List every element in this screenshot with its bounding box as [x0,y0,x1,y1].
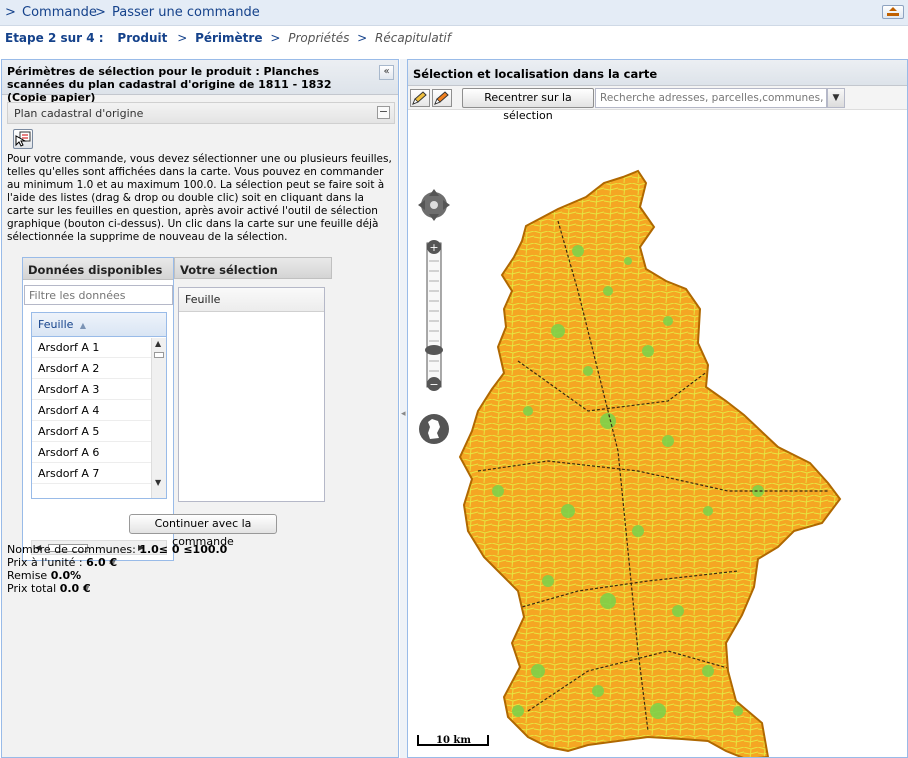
svg-text:+: + [429,241,438,254]
column-header-label: Feuille [38,318,74,331]
map-panel: Sélection et localisation dans la carte … [407,59,908,758]
discount: Remise 0.0% [7,569,227,582]
continue-button[interactable]: Continuer avec la commande [129,514,277,548]
max-extent-button[interactable] [419,414,449,444]
communes-label: Nombre de communes: [7,543,136,556]
pencil-orange-icon [434,91,449,105]
selection-grid[interactable]: Feuille [178,287,325,502]
section-title: Plan cadastral d'origine [14,107,144,120]
selection-title: Votre sélection [174,257,332,279]
communes-value: 1.0≤ 0 ≤100.0 [139,543,228,556]
vertical-scrollbar[interactable]: ▲ ▼ [151,338,166,498]
breadcrumb-separator: > [5,5,16,20]
breadcrumb-separator: > [95,5,106,20]
available-data-title: Données disponibles [23,258,173,280]
breadcrumb-passer-commande[interactable]: Passer une commande [112,5,260,20]
exit-icon [887,7,899,16]
luxembourg-cadastral-map[interactable]: + − [408,111,907,757]
map-panel-title: Sélection et localisation dans la carte [408,60,907,86]
unit-price-value: 6.0 € [86,556,118,569]
panel-splitter[interactable]: ◂ [400,59,407,758]
column-header-feuille[interactable]: Feuille [179,288,324,312]
pencil-icon [412,91,427,105]
splitter-grip-icon[interactable]: ◂ [401,409,406,419]
discount-label: Remise [7,569,48,582]
step-produit[interactable]: Produit [117,31,167,45]
edit-tool-button[interactable] [432,89,452,107]
search-dropdown-icon[interactable]: ▼ [827,88,845,108]
pan-control[interactable] [418,189,450,221]
select-tool-button[interactable] [13,129,33,149]
column-header-feuille[interactable]: Feuille ▲ [32,313,166,337]
scroll-thumb[interactable] [154,352,164,358]
collapse-panel-button[interactable]: « [379,65,394,80]
filter-input[interactable] [24,285,173,305]
section-header: Plan cadastral d'origine − [7,102,395,124]
list-item[interactable]: Arsdorf A 2 [32,358,166,379]
list-item[interactable]: Arsdorf A 1 [32,337,166,358]
total-label: Prix total [7,582,57,595]
available-grid[interactable]: Feuille ▲ Arsdorf A 1 Arsdorf A 2 Arsdor… [31,312,167,499]
step-arrow: > [177,31,188,45]
step-arrow: > [270,31,281,45]
breadcrumb-commande[interactable]: Commande [22,5,97,20]
list-item[interactable]: Arsdorf A 5 [32,421,166,442]
perimeter-panel-title: Périmètres de sélection pour le produit … [2,60,398,104]
total-price: Prix total 0.0 € [7,582,227,595]
scroll-up-icon[interactable]: ▲ [155,340,161,348]
scale-label: 10 km [436,735,471,746]
order-summary: Nombre de communes: 1.0≤ 0 ≤100.0 Prix à… [7,543,227,595]
discount-value: 0.0% [50,569,82,582]
perimeter-panel: Périmètres de sélection pour le produit … [1,59,399,758]
total-value: 0.0 € [59,582,91,595]
list-item[interactable]: Arsdorf A 4 [32,400,166,421]
exit-button[interactable] [882,5,904,19]
list-item[interactable]: Arsdorf A 6 [32,442,166,463]
map-search-input[interactable]: Recherche adresses, parcelles,communes, … [595,88,827,108]
zoom-control[interactable]: + − [425,240,443,391]
recenter-button[interactable]: Recentrer sur la sélection [462,88,594,122]
list-item[interactable]: Arsdorf A 3 [32,379,166,400]
step-proprietes: Propriétés [288,31,350,45]
draw-tool-button[interactable] [410,89,430,107]
select-tool-icon [15,131,31,147]
step-arrow: > [357,31,368,45]
step-perimetre: Périmètre [195,31,263,45]
section-toggle-button[interactable]: − [377,106,390,119]
scroll-down-icon[interactable]: ▼ [155,479,161,487]
step-prefix: Etape 2 sur 4 : [5,31,104,45]
svg-text:−: − [429,378,438,391]
map-toolbar: Recentrer sur la sélection Recherche adr… [408,86,907,122]
top-breadcrumb-bar: > Commande > Passer une commande [0,0,908,26]
instructions-text: Pour votre commande, vous devez sélectio… [7,153,392,243]
sort-ascending-icon: ▲ [79,321,87,330]
step-recapitulatif: Récapitulatif [375,31,451,45]
communes-count: Nombre de communes: 1.0≤ 0 ≤100.0 [7,543,227,556]
list-item[interactable]: Arsdorf A 7 [32,463,166,484]
step-indicator: Etape 2 sur 4 : Produit > Périmètre > Pr… [5,31,455,47]
map-canvas[interactable]: + − 10 km [408,111,907,757]
unit-price: Prix à l'unité : 6.0 € [7,556,227,569]
unit-price-label: Prix à l'unité : [7,556,83,569]
